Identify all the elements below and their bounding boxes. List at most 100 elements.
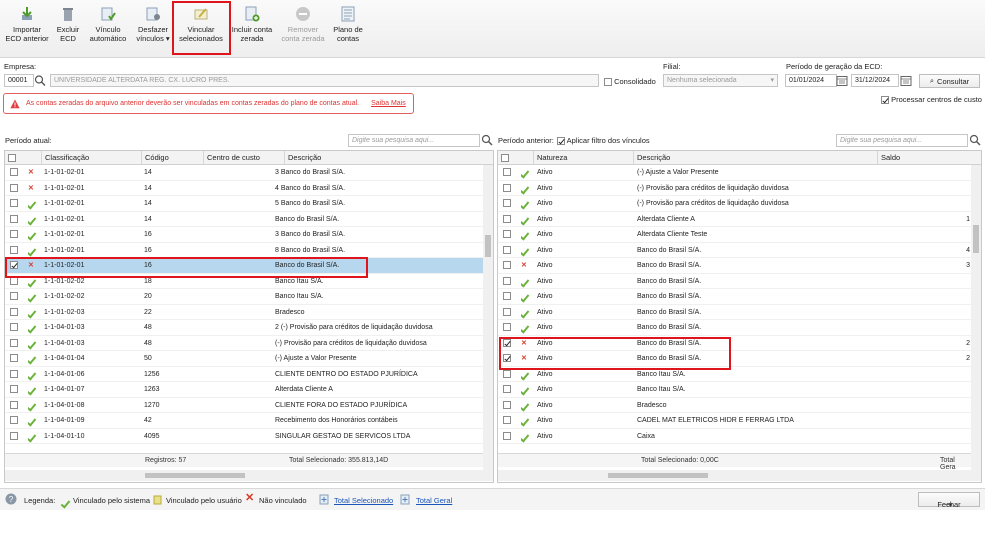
row-checkbox[interactable] <box>10 398 18 413</box>
table-row[interactable]: 1-1-01-02-01 14 Banco do Brasil S/A. <box>5 212 493 227</box>
row-check-box[interactable] <box>10 354 18 363</box>
total-geral-link[interactable]: Total Geral <box>416 496 452 505</box>
row-check-box[interactable] <box>10 245 18 254</box>
consultar-button[interactable]: ⌕ Consultar <box>919 74 980 88</box>
row-checkbox[interactable] <box>503 212 511 227</box>
table-row[interactable]: 1-1-01-02-01 16 8 Banco do Brasil S/A. <box>5 243 493 258</box>
table-row[interactable]: Ativo (-) Provisão para créditos de liqui… <box>498 181 981 196</box>
left-search-input[interactable]: Digite sua pesquisa aqui... <box>348 134 480 147</box>
table-row[interactable]: 1-1-04-01-07 1263 Alterdata Cliente A <box>5 382 493 398</box>
row-check-box[interactable] <box>10 230 18 239</box>
col-descricao[interactable]: Descrição <box>284 151 484 165</box>
vinculo-automatico-button[interactable]: Vínculo automático <box>87 4 129 54</box>
row-checkbox[interactable] <box>10 305 18 320</box>
table-row[interactable]: Ativo Banco do Brasil S/A. <box>498 305 981 320</box>
row-checkbox[interactable] <box>10 227 18 242</box>
row-checkbox[interactable] <box>10 165 18 180</box>
left-horizontal-scrollbar[interactable] <box>5 470 493 481</box>
row-check-box[interactable] <box>503 292 511 301</box>
row-checkbox[interactable] <box>503 227 511 242</box>
row-check-box[interactable] <box>503 168 511 177</box>
total-selecionado-link[interactable]: Total Selecionado <box>334 496 393 505</box>
row-checkbox[interactable] <box>10 181 18 196</box>
row-check-box[interactable] <box>10 338 18 347</box>
row-check-box[interactable] <box>503 214 511 223</box>
saiba-mais-link[interactable]: Saiba Mais <box>371 100 406 107</box>
row-check-box[interactable] <box>10 199 18 208</box>
table-row[interactable]: Ativo Banco do Brasil S/A. <box>498 289 981 305</box>
left-vertical-scrollbar[interactable] <box>483 165 493 470</box>
row-check-box[interactable] <box>503 323 511 332</box>
row-check-box[interactable] <box>503 431 511 440</box>
row-check-box[interactable] <box>503 199 511 208</box>
row-checkbox[interactable] <box>10 212 18 227</box>
row-checkbox[interactable] <box>503 429 511 444</box>
table-row[interactable]: 1-1-04-01-09 42 Recebimento dos Honorários… <box>5 413 493 429</box>
right-vertical-scrollbar[interactable] <box>971 165 981 470</box>
row-check-box[interactable] <box>10 214 18 223</box>
table-row[interactable]: 1-1-04-01-04 50 (-) Ajuste a Valor Present… <box>5 351 493 367</box>
row-checkbox[interactable] <box>503 181 511 196</box>
table-row[interactable]: Ativo Alterdata Cliente A 1 <box>498 212 981 227</box>
empresa-search-icon[interactable] <box>34 74 46 87</box>
row-checkbox[interactable] <box>503 289 511 304</box>
col-natureza[interactable]: Natureza <box>533 151 633 165</box>
row-check-box[interactable] <box>503 230 511 239</box>
row-checkbox[interactable] <box>503 320 511 335</box>
table-row[interactable]: 1-1-04-01-06 1256 CLIENTE DENTRO DO ESTADO… <box>5 367 493 382</box>
empresa-code-input[interactable]: 00001 <box>4 74 34 87</box>
col-descricao[interactable]: Descrição <box>633 151 877 165</box>
table-row[interactable]: Ativo (-) Ajuste a Valor Presente <box>498 165 981 181</box>
row-check-box[interactable] <box>503 369 511 378</box>
row-checkbox[interactable] <box>503 413 511 428</box>
help-icon[interactable]: ? <box>5 493 17 505</box>
row-check-box[interactable] <box>10 323 18 332</box>
row-checkbox[interactable] <box>10 320 18 335</box>
table-row[interactable]: 1-1-01-02-02 20 Banco Itau S/A. <box>5 289 493 305</box>
row-check-box[interactable] <box>503 245 511 254</box>
table-row[interactable]: 1-1-01-02-03 22 Bradesco <box>5 305 493 320</box>
row-check-box[interactable] <box>503 183 511 192</box>
table-row[interactable]: 1-1-01-02-01 16 3 Banco do Brasil S/A. <box>5 227 493 243</box>
row-check-box[interactable] <box>10 369 18 378</box>
aplicar-filtro-checkbox[interactable]: Aplicar filtro dos vínculos <box>557 136 650 146</box>
table-row[interactable]: ✕ 1-1-01-02-01 14 3 Banco do Brasil S/A. <box>5 165 493 181</box>
row-check-box[interactable] <box>10 400 18 409</box>
table-row[interactable]: Ativo Alterdata Cliente Teste <box>498 227 981 243</box>
incluir-conta-zerada-button[interactable]: Incluir conta zerada <box>229 4 275 54</box>
calendar-icon[interactable] <box>836 74 848 87</box>
data-fim-input[interactable]: 31/12/2024 <box>851 74 899 87</box>
row-checkbox[interactable] <box>503 274 511 289</box>
right-search-input[interactable]: Digite sua pesquisa aqui... <box>836 134 968 147</box>
empresa-name-input[interactable]: UNIVERSIDADE ALTERDATA REG. CX. LUCRO PR… <box>50 74 599 87</box>
row-checkbox[interactable] <box>503 305 511 320</box>
row-checkbox[interactable] <box>10 413 18 428</box>
table-row[interactable]: Ativo Caixa <box>498 429 981 444</box>
select-all-checkbox[interactable] <box>498 151 520 165</box>
row-check-box[interactable] <box>10 416 18 425</box>
remover-conta-zerada-button[interactable]: Remover conta zerada <box>280 4 326 54</box>
consolidado-checkbox[interactable]: Consolidado <box>604 77 656 87</box>
consolidado-check-box[interactable] <box>604 78 612 87</box>
row-checkbox[interactable] <box>503 165 511 180</box>
row-checkbox[interactable] <box>10 196 18 211</box>
table-row[interactable]: 1-1-04-01-08 1270 CLIENTE FORA DO ESTADO P… <box>5 398 493 413</box>
col-saldo[interactable]: Saldo <box>877 151 977 165</box>
col-codigo[interactable]: Código <box>141 151 203 165</box>
table-row[interactable]: 1-1-04-01-10 4095 SINGULAR GESTAO DE SERVI… <box>5 429 493 444</box>
search-icon[interactable] <box>481 134 493 146</box>
right-horizontal-scrollbar[interactable] <box>498 470 981 481</box>
excluir-ecd-button[interactable]: Excluir ECD <box>52 4 84 54</box>
table-row[interactable]: Ativo Banco do Brasil S/A. <box>498 320 981 336</box>
calendar-icon[interactable] <box>900 74 912 87</box>
table-row[interactable]: Ativo Bradesco <box>498 398 981 413</box>
row-check-box[interactable] <box>503 416 511 425</box>
row-checkbox[interactable] <box>503 382 511 397</box>
row-checkbox[interactable] <box>503 398 511 413</box>
row-checkbox[interactable] <box>10 429 18 444</box>
table-row[interactable]: Ativo (-) Provisão para créditos de liqui… <box>498 196 981 212</box>
fechar-button[interactable]: ⇥ Fechar <box>918 492 980 509</box>
row-checkbox[interactable] <box>503 258 511 273</box>
row-checkbox[interactable] <box>10 336 18 351</box>
row-checkbox[interactable] <box>10 243 18 258</box>
